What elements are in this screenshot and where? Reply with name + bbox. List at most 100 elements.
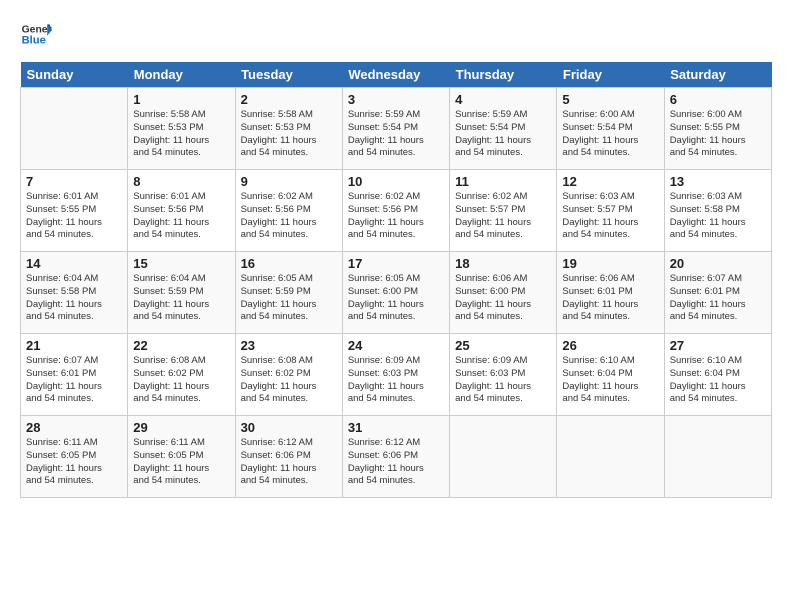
calendar-cell bbox=[21, 88, 128, 170]
header-row: SundayMondayTuesdayWednesdayThursdayFrid… bbox=[21, 62, 772, 88]
cell-info: Sunrise: 6:07 AMSunset: 6:01 PMDaylight:… bbox=[670, 273, 766, 324]
calendar-cell: 5 Sunrise: 6:00 AMSunset: 5:54 PMDaylight… bbox=[557, 88, 664, 170]
day-number: 9 bbox=[241, 174, 337, 189]
cell-info: Sunrise: 6:09 AMSunset: 6:03 PMDaylight:… bbox=[348, 355, 444, 406]
day-number: 6 bbox=[670, 92, 766, 107]
day-number: 14 bbox=[26, 256, 122, 271]
calendar-cell: 8Sunrise: 6:01 AMSunset: 5:56 PMDaylight… bbox=[128, 170, 235, 252]
cell-info: Sunrise: 6:11 AMSunset: 6:05 PMDaylight:… bbox=[26, 437, 122, 488]
col-header-sunday: Sunday bbox=[21, 62, 128, 88]
week-row-4: 21 Sunrise: 6:07 AMSunset: 6:01 PMDayligh… bbox=[21, 334, 772, 416]
cell-info: Sunrise: 6:06 AMSunset: 6:00 PMDaylight:… bbox=[455, 273, 551, 324]
day-number: 12 bbox=[562, 174, 658, 189]
day-number: 16 bbox=[241, 256, 337, 271]
cell-info: Sunrise: 6:03 AMSunset: 5:58 PMDaylight:… bbox=[670, 191, 766, 242]
col-header-thursday: Thursday bbox=[450, 62, 557, 88]
day-number: 1 bbox=[133, 92, 229, 107]
cell-info: Sunrise: 6:08 AMSunset: 6:02 PMDaylight:… bbox=[133, 355, 229, 406]
calendar-cell: 3Sunrise: 5:59 AMSunset: 5:54 PMDaylight… bbox=[342, 88, 449, 170]
cell-info: Sunrise: 5:58 AMSunset: 5:53 PMDaylight:… bbox=[241, 109, 337, 160]
cell-info: Sunrise: 6:04 AMSunset: 5:58 PMDaylight:… bbox=[26, 273, 122, 324]
calendar-cell: 27 Sunrise: 6:10 AMSunset: 6:04 PMDayligh… bbox=[664, 334, 771, 416]
cell-info: Sunrise: 6:05 AMSunset: 5:59 PMDaylight:… bbox=[241, 273, 337, 324]
calendar-cell: 19 Sunrise: 6:06 AMSunset: 6:01 PMDayligh… bbox=[557, 252, 664, 334]
calendar-cell: 15 Sunrise: 6:04 AMSunset: 5:59 PMDayligh… bbox=[128, 252, 235, 334]
page: General Blue SundayMondayTuesdayWednesda… bbox=[0, 0, 792, 612]
calendar-cell: 21 Sunrise: 6:07 AMSunset: 6:01 PMDayligh… bbox=[21, 334, 128, 416]
day-number: 3 bbox=[348, 92, 444, 107]
day-number: 20 bbox=[670, 256, 766, 271]
cell-info: Sunrise: 6:02 AMSunset: 5:56 PMDaylight:… bbox=[348, 191, 444, 242]
calendar-cell bbox=[450, 416, 557, 498]
header: General Blue bbox=[20, 18, 772, 50]
calendar-cell: 10Sunrise: 6:02 AMSunset: 5:56 PMDayligh… bbox=[342, 170, 449, 252]
calendar-cell: 6Sunrise: 6:00 AMSunset: 5:55 PMDaylight… bbox=[664, 88, 771, 170]
calendar-cell: 23Sunrise: 6:08 AMSunset: 6:02 PMDayligh… bbox=[235, 334, 342, 416]
calendar-cell: 14 Sunrise: 6:04 AMSunset: 5:58 PMDayligh… bbox=[21, 252, 128, 334]
cell-info: Sunrise: 6:03 AMSunset: 5:57 PMDaylight:… bbox=[562, 191, 658, 242]
cell-info: Sunrise: 6:11 AMSunset: 6:05 PMDaylight:… bbox=[133, 437, 229, 488]
cell-info: Sunrise: 6:07 AMSunset: 6:01 PMDaylight:… bbox=[26, 355, 122, 406]
day-number: 19 bbox=[562, 256, 658, 271]
day-number: 18 bbox=[455, 256, 551, 271]
week-row-2: 7 Sunrise: 6:01 AMSunset: 5:55 PMDaylight… bbox=[21, 170, 772, 252]
calendar-cell: 29 Sunrise: 6:11 AMSunset: 6:05 PMDayligh… bbox=[128, 416, 235, 498]
day-number: 29 bbox=[133, 420, 229, 435]
cell-info: Sunrise: 6:09 AMSunset: 6:03 PMDaylight:… bbox=[455, 355, 551, 406]
day-number: 2 bbox=[241, 92, 337, 107]
calendar-cell: 11Sunrise: 6:02 AMSunset: 5:57 PMDayligh… bbox=[450, 170, 557, 252]
calendar-cell: 26 Sunrise: 6:10 AMSunset: 6:04 PMDayligh… bbox=[557, 334, 664, 416]
day-number: 28 bbox=[26, 420, 122, 435]
cell-info: Sunrise: 6:08 AMSunset: 6:02 PMDaylight:… bbox=[241, 355, 337, 406]
calendar-cell: 31Sunrise: 6:12 AMSunset: 6:06 PMDayligh… bbox=[342, 416, 449, 498]
cell-info: Sunrise: 6:02 AMSunset: 5:56 PMDaylight:… bbox=[241, 191, 337, 242]
day-number: 27 bbox=[670, 338, 766, 353]
calendar-cell: 7 Sunrise: 6:01 AMSunset: 5:55 PMDaylight… bbox=[21, 170, 128, 252]
cell-info: Sunrise: 6:12 AMSunset: 6:06 PMDaylight:… bbox=[241, 437, 337, 488]
calendar-cell: 24 Sunrise: 6:09 AMSunset: 6:03 PMDayligh… bbox=[342, 334, 449, 416]
day-number: 31 bbox=[348, 420, 444, 435]
cell-info: Sunrise: 6:04 AMSunset: 5:59 PMDaylight:… bbox=[133, 273, 229, 324]
calendar-cell: 2 Sunrise: 5:58 AMSunset: 5:53 PMDaylight… bbox=[235, 88, 342, 170]
col-header-monday: Monday bbox=[128, 62, 235, 88]
cell-info: Sunrise: 6:05 AMSunset: 6:00 PMDaylight:… bbox=[348, 273, 444, 324]
calendar-cell: 20 Sunrise: 6:07 AMSunset: 6:01 PMDayligh… bbox=[664, 252, 771, 334]
week-row-3: 14 Sunrise: 6:04 AMSunset: 5:58 PMDayligh… bbox=[21, 252, 772, 334]
cell-info: Sunrise: 5:59 AMSunset: 5:54 PMDaylight:… bbox=[455, 109, 551, 160]
cell-info: Sunrise: 6:06 AMSunset: 6:01 PMDaylight:… bbox=[562, 273, 658, 324]
day-number: 15 bbox=[133, 256, 229, 271]
day-number: 24 bbox=[348, 338, 444, 353]
day-number: 13 bbox=[670, 174, 766, 189]
calendar-cell: 25Sunrise: 6:09 AMSunset: 6:03 PMDayligh… bbox=[450, 334, 557, 416]
day-number: 17 bbox=[348, 256, 444, 271]
calendar-cell: 16 Sunrise: 6:05 AMSunset: 5:59 PMDayligh… bbox=[235, 252, 342, 334]
calendar-cell: 12 Sunrise: 6:03 AMSunset: 5:57 PMDayligh… bbox=[557, 170, 664, 252]
calendar-cell: 1 Sunrise: 5:58 AMSunset: 5:53 PMDaylight… bbox=[128, 88, 235, 170]
calendar-cell: 30 Sunrise: 6:12 AMSunset: 6:06 PMDayligh… bbox=[235, 416, 342, 498]
week-row-1: 1 Sunrise: 5:58 AMSunset: 5:53 PMDaylight… bbox=[21, 88, 772, 170]
cell-info: Sunrise: 6:01 AMSunset: 5:55 PMDaylight:… bbox=[26, 191, 122, 242]
cell-info: Sunrise: 5:58 AMSunset: 5:53 PMDaylight:… bbox=[133, 109, 229, 160]
day-number: 22 bbox=[133, 338, 229, 353]
logo: General Blue bbox=[20, 18, 52, 50]
day-number: 30 bbox=[241, 420, 337, 435]
cell-info: Sunrise: 6:10 AMSunset: 6:04 PMDaylight:… bbox=[670, 355, 766, 406]
logo-icon: General Blue bbox=[20, 18, 52, 50]
col-header-friday: Friday bbox=[557, 62, 664, 88]
calendar-cell bbox=[557, 416, 664, 498]
day-number: 4 bbox=[455, 92, 551, 107]
day-number: 26 bbox=[562, 338, 658, 353]
col-header-tuesday: Tuesday bbox=[235, 62, 342, 88]
calendar-cell: 4 Sunrise: 5:59 AMSunset: 5:54 PMDaylight… bbox=[450, 88, 557, 170]
day-number: 8 bbox=[133, 174, 229, 189]
calendar-cell: 18 Sunrise: 6:06 AMSunset: 6:00 PMDayligh… bbox=[450, 252, 557, 334]
cell-info: Sunrise: 6:10 AMSunset: 6:04 PMDaylight:… bbox=[562, 355, 658, 406]
day-number: 11 bbox=[455, 174, 551, 189]
calendar-cell: 28 Sunrise: 6:11 AMSunset: 6:05 PMDayligh… bbox=[21, 416, 128, 498]
cell-info: Sunrise: 6:00 AMSunset: 5:54 PMDaylight:… bbox=[562, 109, 658, 160]
col-header-wednesday: Wednesday bbox=[342, 62, 449, 88]
day-number: 5 bbox=[562, 92, 658, 107]
calendar-cell: 9 Sunrise: 6:02 AMSunset: 5:56 PMDaylight… bbox=[235, 170, 342, 252]
day-number: 7 bbox=[26, 174, 122, 189]
day-number: 21 bbox=[26, 338, 122, 353]
